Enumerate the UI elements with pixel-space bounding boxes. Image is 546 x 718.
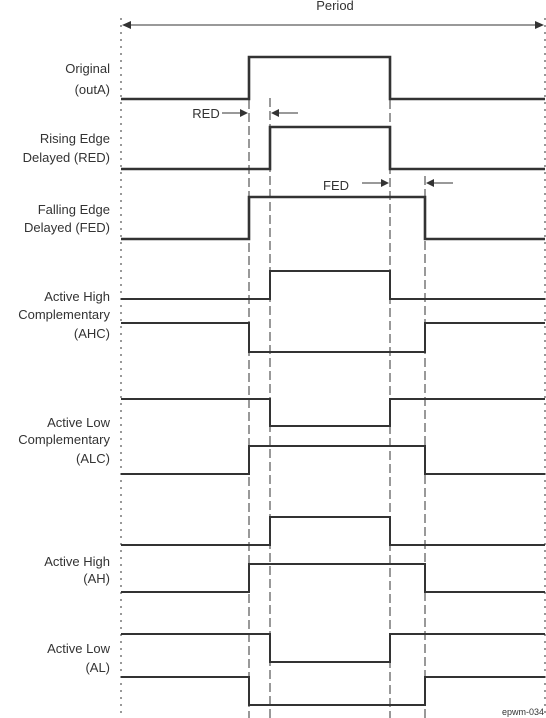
signal-label: Active High [44, 554, 110, 569]
waveform-trace [121, 270, 545, 300]
signal-labels: Original (outA) Rising Edge Delayed (RED) Fa… [18, 61, 110, 675]
signal-label: Complementary [18, 432, 110, 447]
red-arrow-right-icon [240, 109, 248, 117]
fed-arrow-left-icon [426, 179, 434, 187]
period-dimension: Period [122, 0, 544, 29]
signal-label: Original [65, 61, 110, 76]
figure-id: epwm-034 [502, 707, 544, 717]
signal-label: Delayed (RED) [23, 150, 110, 165]
waveforms [121, 55, 545, 706]
signal-label: (AH) [83, 571, 110, 586]
red-label: RED [192, 106, 219, 121]
signal-label: (outA) [75, 82, 110, 97]
signal-label: Active Low [47, 641, 110, 656]
fed-arrow-right-icon [381, 179, 389, 187]
fed-label: FED [323, 178, 349, 193]
signal-label: (AHC) [74, 326, 110, 341]
waveform-trace [121, 563, 545, 593]
signal-label: Delayed (FED) [24, 220, 110, 235]
guides [120, 18, 546, 718]
signal-label: Falling Edge [38, 202, 110, 217]
waveform-trace [121, 445, 545, 475]
waveform-trace [121, 55, 545, 101]
period-arrow-right-icon [535, 21, 544, 29]
red-dimension: RED [192, 106, 298, 121]
red-arrow-left-icon [271, 109, 279, 117]
fed-dimension: FED [323, 178, 453, 193]
waveform-trace [121, 676, 545, 706]
signal-label: Active Low [47, 415, 110, 430]
waveform-trace [121, 398, 545, 427]
waveform-trace [121, 516, 545, 546]
signal-label: Rising Edge [40, 131, 110, 146]
period-arrow-left-icon [122, 21, 131, 29]
signal-label: Complementary [18, 307, 110, 322]
signal-label: (AL) [85, 660, 110, 675]
period-label: Period [316, 0, 354, 13]
waveform-trace [121, 633, 545, 663]
signal-label: Active High [44, 289, 110, 304]
dead-band-timing-diagram: Period RED FED Original (outA) Rising Edge… [18, 0, 546, 718]
waveform-trace [121, 195, 545, 241]
waveform-trace [121, 125, 545, 171]
signal-label: (ALC) [76, 451, 110, 466]
waveform-trace [121, 322, 545, 353]
